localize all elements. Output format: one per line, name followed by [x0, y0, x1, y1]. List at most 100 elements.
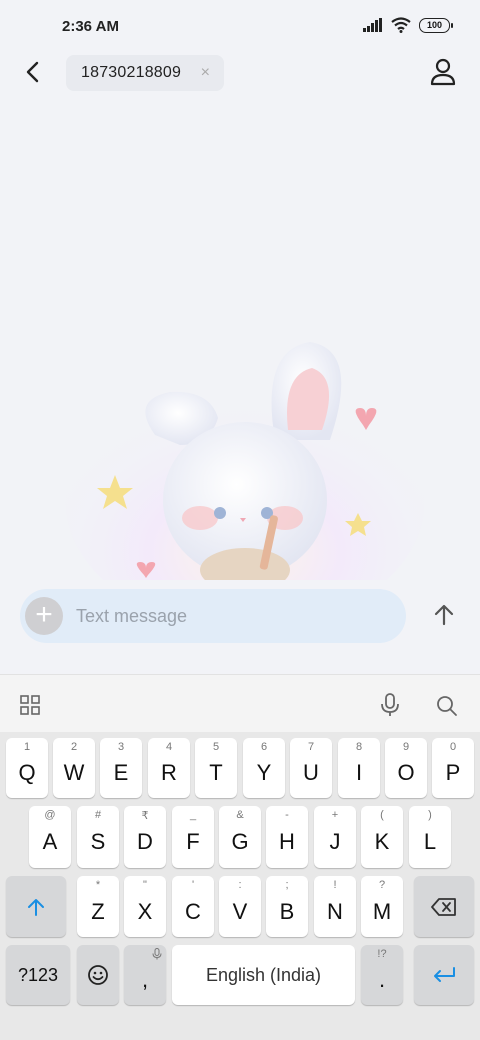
- key-m[interactable]: ? M: [361, 876, 403, 937]
- key-q[interactable]: 1Q: [6, 738, 48, 798]
- microphone-icon: [381, 693, 399, 716]
- key-hint: -: [285, 809, 289, 821]
- key-label: D: [137, 829, 153, 854]
- key-v[interactable]: :V: [219, 876, 261, 937]
- symbols-key[interactable]: ?123: [6, 945, 70, 1005]
- wifi-icon: [391, 17, 411, 33]
- status-bar: 2:36 AM 100: [0, 0, 480, 52]
- mic-hint-icon: [152, 948, 162, 963]
- key-z[interactable]: * Z: [77, 876, 119, 937]
- back-button[interactable]: [18, 58, 46, 86]
- search-icon: [437, 696, 457, 716]
- key-o[interactable]: 9O: [385, 738, 427, 798]
- key-hint: #: [94, 809, 102, 821]
- key-j[interactable]: + J: [314, 806, 356, 868]
- key-hint: ": [143, 879, 147, 891]
- key-hint: ₹: [141, 810, 149, 822]
- comma-key-label: ,: [141, 967, 149, 992]
- space-key[interactable]: English (India): [172, 945, 355, 1005]
- key-label: Z: [91, 898, 105, 924]
- backspace-key[interactable]: [414, 876, 474, 937]
- send-button[interactable]: [432, 603, 456, 627]
- key-p[interactable]: 0P: [432, 738, 474, 798]
- key-label: X: [137, 898, 153, 924]
- key-label: Y: [256, 760, 272, 785]
- key-hint: 8: [355, 741, 363, 753]
- key-c[interactable]: ' C: [172, 876, 214, 937]
- period-hint: !?: [377, 948, 387, 960]
- key-label: U: [303, 760, 319, 785]
- key-w[interactable]: 2W: [53, 738, 95, 798]
- key-hint: 7: [307, 741, 315, 753]
- key-y[interactable]: 6Y: [243, 738, 285, 798]
- key-hint: *: [95, 879, 101, 891]
- key-label: B: [279, 898, 295, 924]
- key-hint: +: [331, 809, 339, 821]
- key-t[interactable]: 5T: [195, 738, 237, 798]
- key-s[interactable]: # S: [77, 806, 119, 868]
- bunny-illustration-art: [65, 342, 425, 580]
- signal-icon: [363, 18, 382, 32]
- key-f[interactable]: _ F: [172, 806, 214, 868]
- emoji-key[interactable]: [77, 945, 119, 1005]
- key-label: L: [423, 829, 437, 854]
- symbols-key-label: ?123: [17, 964, 59, 985]
- enter-key[interactable]: [414, 945, 474, 1005]
- battery-icon: 100: [419, 17, 453, 33]
- add-attachment-button[interactable]: +: [25, 597, 63, 635]
- battery-level: 100: [426, 20, 443, 30]
- key-hint: &: [236, 809, 244, 821]
- comma-key[interactable]: ,: [124, 945, 166, 1005]
- key-hint: @: [44, 809, 56, 821]
- key-hint: 1: [23, 741, 31, 753]
- key-label: E: [113, 760, 129, 785]
- key-hint: 5: [212, 741, 220, 753]
- key-hint: ;: [285, 879, 289, 891]
- key-hint: 9: [402, 741, 410, 753]
- key-label: T: [209, 760, 223, 785]
- key-l[interactable]: ) L: [409, 806, 451, 868]
- key-h[interactable]: -H: [266, 806, 308, 868]
- remove-recipient-icon[interactable]: ×: [201, 64, 210, 82]
- back-arrow-icon: [26, 61, 39, 83]
- key-u[interactable]: 7U: [290, 738, 332, 798]
- key-hint: 6: [260, 741, 268, 753]
- key-hint: (: [380, 809, 384, 821]
- contact-button[interactable]: [430, 58, 456, 86]
- key-r[interactable]: 4R: [148, 738, 190, 798]
- grid-icon: [20, 695, 40, 715]
- key-b[interactable]: ; B: [266, 876, 308, 937]
- key-hint: 4: [165, 741, 173, 753]
- key-g[interactable]: & G: [219, 806, 261, 868]
- key-label: A: [42, 829, 58, 854]
- key-label: N: [327, 898, 343, 924]
- status-icons: 100: [363, 17, 453, 33]
- compose-field: +: [20, 589, 406, 643]
- apps-grid-button[interactable]: [20, 695, 40, 720]
- key-e[interactable]: 3E: [100, 738, 142, 798]
- key-n[interactable]: ! N: [314, 876, 356, 937]
- key-x[interactable]: " X: [124, 876, 166, 937]
- key-label: R: [161, 760, 177, 785]
- status-time: 2:36 AM: [62, 18, 119, 35]
- key-label: F: [186, 829, 200, 854]
- recipient-number: 18730218809: [81, 64, 182, 81]
- emoji-icon: [88, 965, 108, 985]
- enter-icon: [434, 967, 455, 982]
- voice-input-button[interactable]: [380, 693, 400, 722]
- text-message-input[interactable]: [76, 589, 396, 643]
- key-i[interactable]: 8I: [338, 738, 380, 798]
- recipient-chip[interactable]: 18730218809 ×: [66, 55, 224, 91]
- key-hint: ?: [378, 879, 386, 891]
- key-d[interactable]: ₹ D: [124, 806, 166, 868]
- keyboard-search-button[interactable]: [436, 695, 458, 722]
- key-hint: ': [191, 879, 195, 891]
- key-hint: 2: [70, 741, 78, 753]
- key-label: H: [279, 829, 295, 854]
- period-key[interactable]: !? .: [361, 945, 403, 1005]
- key-k[interactable]: (K: [361, 806, 403, 868]
- shift-key[interactable]: [6, 876, 66, 937]
- key-label: K: [374, 829, 390, 854]
- conversation-header: 18730218809 ×: [0, 52, 480, 92]
- key-a[interactable]: @ A: [29, 806, 71, 868]
